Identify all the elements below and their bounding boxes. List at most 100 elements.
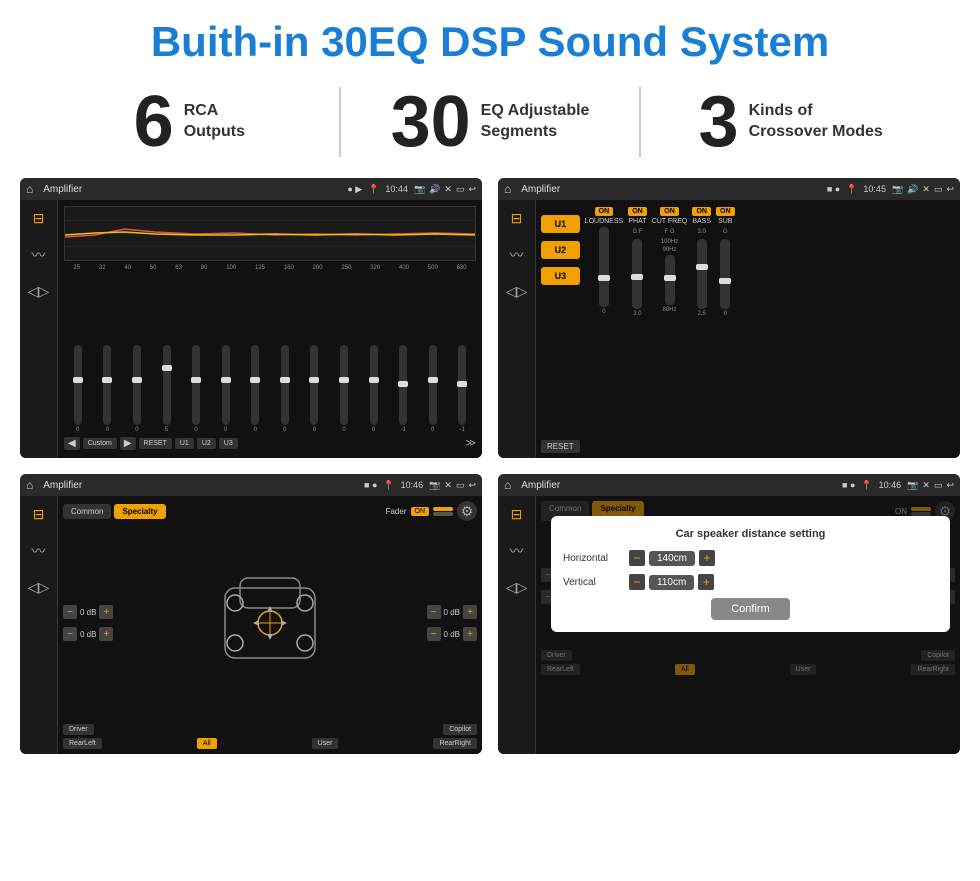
cutfreq-on-badge[interactable]: ON [660,207,679,216]
eq-thumb[interactable] [309,377,319,383]
eq-sidebar-wave-icon[interactable]: 〰 [32,245,46,265]
bass-thumb[interactable] [696,264,708,270]
eq-thumb[interactable] [221,377,231,383]
distance-sidebar-speaker-icon[interactable]: ◁▷ [506,579,528,596]
cutfreq-slider[interactable] [665,255,675,305]
eq-sidebar-speaker-icon[interactable]: ◁▷ [28,283,50,300]
u2-button[interactable]: U2 [541,241,580,259]
eq-thumb[interactable] [102,377,112,383]
eq-thumb[interactable] [191,377,201,383]
eq-thumb[interactable] [162,365,172,371]
sub-label: SUB [718,218,732,225]
expand-icon[interactable]: ≫ [466,438,476,449]
copilot-button[interactable]: Copilot [443,724,477,735]
loudness-thumb[interactable] [598,275,610,281]
eq-reset-button[interactable]: RESET [139,438,172,449]
db-minus-1[interactable]: − [63,605,77,619]
crossover-back-icon[interactable]: ↩ [946,184,954,195]
eq-u3-button[interactable]: U3 [219,438,238,449]
eq-u2-button[interactable]: U2 [197,438,216,449]
eq-thumb[interactable] [428,377,438,383]
bass-on-badge[interactable]: ON [692,207,711,216]
eq-next-button[interactable]: ▶ [120,437,136,450]
settings-icon[interactable]: ⚙ [457,501,477,521]
specialty-tab[interactable]: Specialty [114,504,165,519]
distance-home-icon[interactable]: ⌂ [504,478,511,492]
fader-on-badge[interactable]: ON [411,507,430,516]
cutfreq-val: 80Hz [663,307,677,313]
horizontal-plus[interactable]: + [699,550,715,566]
eq-thumb[interactable] [369,377,379,383]
sub-thumb[interactable] [719,278,731,284]
distance-sidebar-eq-icon[interactable]: ⊟ [511,506,523,523]
sub-on-badge[interactable]: ON [716,207,735,216]
eq-thumb[interactable] [280,377,290,383]
eq-slider-track-1[interactable] [74,345,82,425]
eq-location-icon: 📍 [368,184,379,195]
speaker-back-icon[interactable]: ↩ [468,480,476,491]
loudness-label: LOUDNESS [585,218,624,225]
speaker-sidebar-eq-icon[interactable]: ⊟ [33,506,45,523]
vertical-plus[interactable]: + [698,574,714,590]
db-minus-2[interactable]: − [63,627,77,641]
phat-slider[interactable] [632,239,642,309]
phat-thumb[interactable] [631,274,643,280]
home-icon[interactable]: ⌂ [26,182,33,196]
crossover-reset-button[interactable]: RESET [541,440,580,453]
distance-back-icon[interactable]: ↩ [946,480,954,491]
crossover-sidebar-eq-icon[interactable]: ⊟ [511,210,523,227]
crossover-home-icon[interactable]: ⌂ [504,182,511,196]
crossover-sidebar-wave-icon[interactable]: 〰 [510,245,524,265]
stats-row: 6 RCAOutputs 30 EQ AdjustableSegments 3 … [0,76,980,172]
speaker-sidebar-wave-icon[interactable]: 〰 [32,541,46,561]
stat-eq-label: EQ AdjustableSegments [481,101,590,143]
eq-custom-button[interactable]: Custom [83,438,117,449]
back-icon[interactable]: ↩ [468,184,476,195]
u3-button[interactable]: U3 [541,267,580,285]
common-tab[interactable]: Common [63,504,111,519]
all-button[interactable]: All [197,738,217,749]
bass-val: 2.5 [698,311,706,317]
rearleft-button[interactable]: RearLeft [63,738,102,749]
distance-sidebar-wave-icon[interactable]: 〰 [510,541,524,561]
sub-slider[interactable] [720,239,730,309]
distance-indicator: ■ ● [842,480,855,490]
eq-thumb[interactable] [132,377,142,383]
driver-button[interactable]: Driver [63,724,94,735]
db-plus-3[interactable]: + [463,605,477,619]
db-minus-3[interactable]: − [427,605,441,619]
eq-u1-button[interactable]: U1 [175,438,194,449]
eq-prev-button[interactable]: ◀ [64,437,80,450]
db-value-2: 0 dB [80,630,96,639]
crossover-sidebar-speaker-icon[interactable]: ◁▷ [506,283,528,300]
sub-control: ON SUB G 0 [716,207,735,317]
phat-on-badge[interactable]: ON [628,207,647,216]
eq-sidebar-eq-icon[interactable]: ⊟ [33,210,45,227]
rearright-button[interactable]: RearRight [433,738,477,749]
user-button[interactable]: User [312,738,339,749]
u1-button[interactable]: U1 [541,215,580,233]
vertical-minus[interactable]: − [629,574,645,590]
cutfreq-thumb[interactable] [664,275,676,281]
db-plus-2[interactable]: + [99,627,113,641]
speaker-home-icon[interactable]: ⌂ [26,478,33,492]
eq-thumb[interactable] [250,377,260,383]
distance-status-icons: 📷 ✕ ▭ ↩ [907,480,954,491]
cutfreq-label: CUT FREQ [652,218,688,225]
db-plus-4[interactable]: + [463,627,477,641]
horizontal-minus[interactable]: − [629,550,645,566]
confirm-button[interactable]: Confirm [711,598,790,620]
eq-status-icons: 📷 🔊 ✕ ▭ ↩ [414,184,476,195]
phat-label: PHAT [628,218,646,225]
speaker-sidebar-speaker-icon[interactable]: ◁▷ [28,579,50,596]
eq-thumb[interactable] [398,381,408,387]
eq-slider-thumb-1[interactable] [73,377,83,383]
loudness-on-badge[interactable]: ON [595,207,614,216]
loudness-slider[interactable] [599,227,609,307]
eq-thumb[interactable] [457,381,467,387]
crossover-controls-area: ON LOUDNESS 0 ON PHAT G F [585,205,955,453]
eq-thumb[interactable] [339,377,349,383]
db-minus-4[interactable]: − [427,627,441,641]
db-plus-1[interactable]: + [99,605,113,619]
bass-slider[interactable] [697,239,707,309]
